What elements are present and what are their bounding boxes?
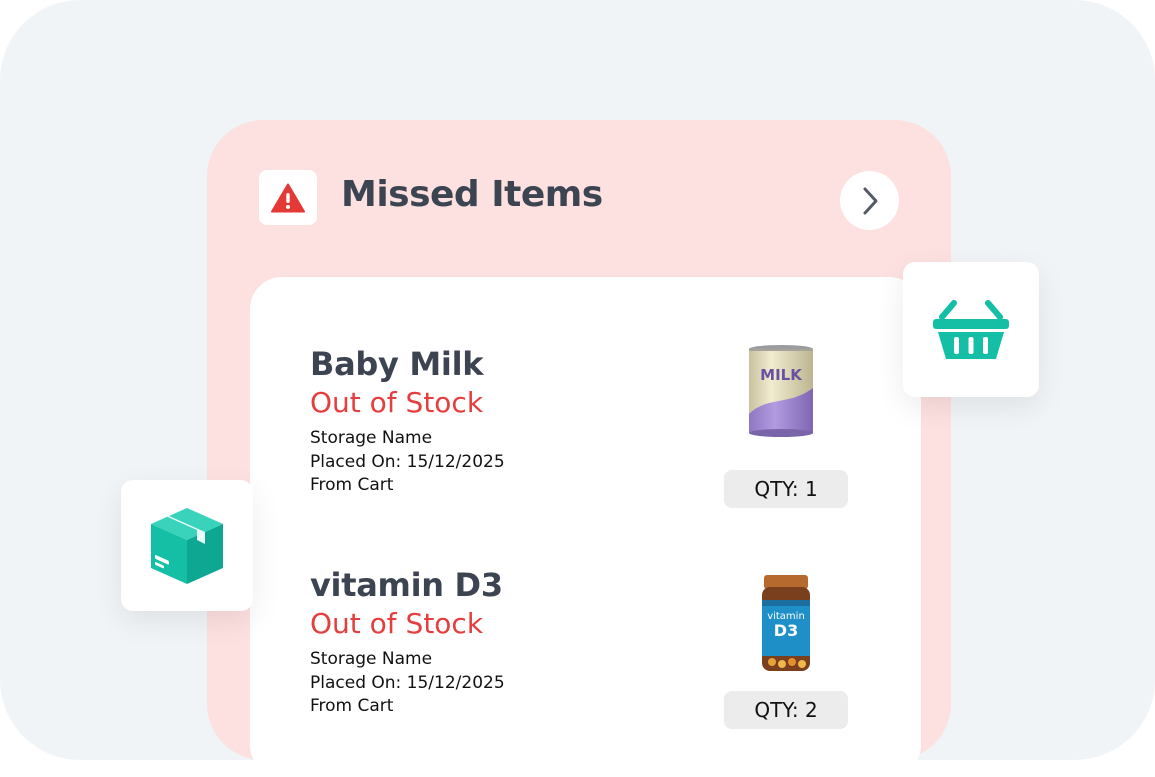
item-status: Out of Stock [310, 607, 484, 640]
milk-can-icon: MILK [749, 345, 813, 437]
vitamin-label-main: D3 [774, 621, 798, 640]
milk-can-label: MILK [760, 366, 803, 384]
basket-badge [903, 262, 1039, 397]
item-name: Baby Milk [310, 345, 484, 383]
qty-badge: QTY: 1 [724, 470, 848, 508]
shopping-basket-icon [933, 299, 1009, 359]
missed-items-list: Baby Milk Out of Stock Storage Name Plac… [250, 277, 921, 777]
item-storage: Storage Name [310, 649, 433, 669]
item-name: vitamin D3 [310, 566, 503, 604]
item-storage: Storage Name [310, 428, 433, 448]
chevron-right-icon [863, 187, 877, 214]
package-box-icon [151, 507, 223, 584]
page-title: Missed Items [341, 174, 603, 215]
warning-badge [259, 170, 317, 225]
warning-triangle-icon [271, 183, 305, 212]
next-button[interactable] [840, 171, 899, 230]
package-badge [121, 480, 253, 611]
qty-badge: QTY: 2 [724, 691, 848, 729]
item-status: Out of Stock [310, 386, 484, 419]
vitamin-bottle-icon: vitamin D3 [762, 575, 810, 671]
